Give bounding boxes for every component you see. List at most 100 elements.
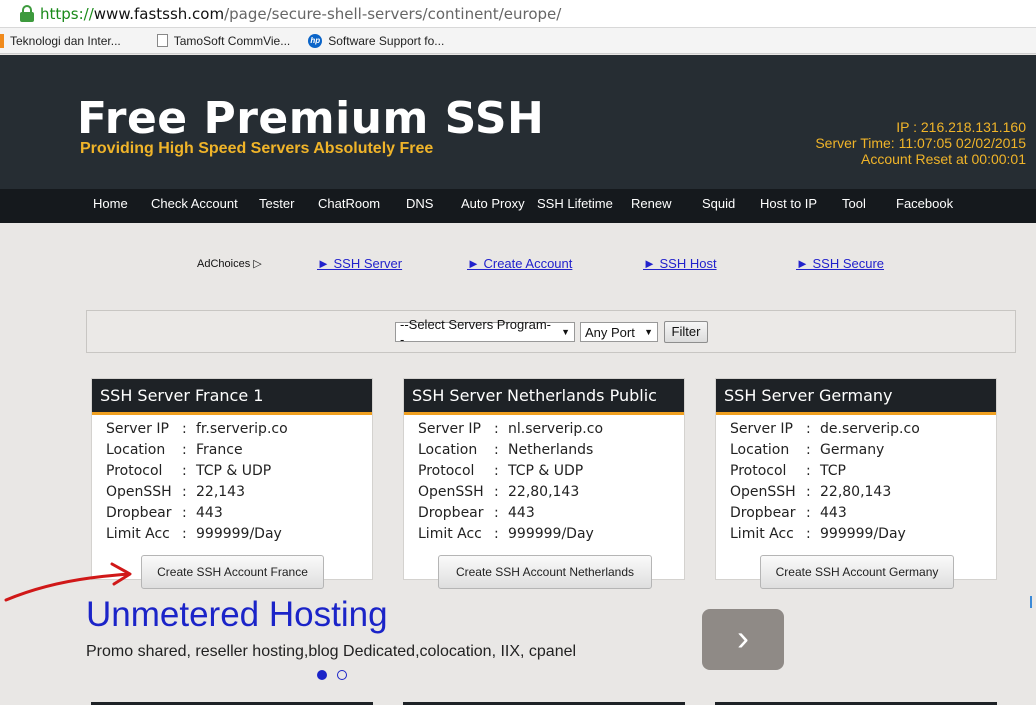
- row-value: TCP & UDP: [508, 463, 584, 479]
- row-key: OpenSSH: [106, 484, 172, 500]
- row-key: Dropbear: [730, 505, 796, 521]
- ad-link-ssh-secure[interactable]: ► SSH Secure: [796, 256, 884, 271]
- chevron-right-icon: ›: [737, 617, 749, 658]
- server-card-netherlands: SSH Server Netherlands Public Server IP:…: [403, 378, 685, 589]
- card-row: Location: France: [106, 440, 372, 461]
- card-row: Location: Germany: [730, 440, 996, 461]
- nav-dns[interactable]: DNS: [406, 189, 433, 223]
- row-key: Dropbear: [106, 505, 172, 521]
- ad-link-ssh-server[interactable]: ► SSH Server: [317, 256, 402, 271]
- ad-link-create-account[interactable]: ► Create Account: [467, 256, 572, 271]
- hp-logo-icon: hp: [308, 33, 323, 48]
- create-account-netherlands-button[interactable]: Create SSH Account Netherlands: [438, 555, 652, 589]
- url-scheme: https://: [40, 4, 94, 23]
- nav-ssh-lifetime[interactable]: SSH Lifetime: [537, 189, 613, 223]
- bookmark-label: Teknologi dan Inter...: [10, 33, 121, 48]
- row-key: Protocol: [106, 463, 163, 479]
- row-key: Server IP: [418, 421, 481, 437]
- card-row: Limit Acc:999999/Day: [730, 524, 996, 545]
- card-row: OpenSSH:22,80,143: [418, 482, 684, 503]
- row-key: Dropbear: [418, 505, 484, 521]
- row-value: 22,80,143: [820, 484, 892, 500]
- server-card-france: SSH Server France 1 Server IP: fr.serveri…: [91, 378, 373, 589]
- nav-host-to-ip[interactable]: Host to IP: [760, 189, 817, 223]
- row-value: 22,80,143: [508, 484, 580, 500]
- bookmark-item[interactable]: TamoSoft CommVie...: [156, 34, 290, 48]
- main-nav: Home Check Account Tester ChatRoom DNS A…: [0, 189, 1036, 223]
- adchoices[interactable]: AdChoices ▷: [197, 257, 262, 271]
- row-key: Server IP: [106, 421, 169, 437]
- nav-facebook[interactable]: Facebook: [896, 189, 953, 223]
- adchoices-label: AdChoices: [197, 257, 251, 270]
- row-key: Server IP: [730, 421, 793, 437]
- card-row: OpenSSH:22,143: [106, 482, 372, 503]
- page-icon: [156, 34, 168, 47]
- row-key: Location: [106, 442, 166, 458]
- row-value: TCP & UDP: [196, 463, 272, 479]
- ad-next-button[interactable]: ›: [702, 609, 784, 670]
- row-value: 443: [820, 505, 847, 521]
- row-value: 22,143: [196, 484, 245, 500]
- row-key: Location: [418, 442, 478, 458]
- lock-icon: [20, 4, 34, 23]
- nav-squid[interactable]: Squid: [702, 189, 735, 223]
- nav-tester[interactable]: Tester: [259, 189, 294, 223]
- ad-info-icon[interactable]: [1030, 596, 1036, 608]
- bookmarks-bar: Teknologi dan Inter... TamoSoft CommVie.…: [0, 28, 1036, 54]
- server-program-select[interactable]: --Select Servers Program-- ▼: [395, 317, 575, 347]
- dropdown-arrow-icon: ▼: [561, 327, 570, 337]
- create-account-germany-button[interactable]: Create SSH Account Germany: [760, 555, 954, 589]
- card-title: SSH Server France 1: [92, 379, 372, 415]
- nav-tool[interactable]: Tool: [842, 189, 866, 223]
- row-value: de.serverip.co: [820, 421, 920, 437]
- bookmark-item[interactable]: Teknologi dan Inter...: [0, 33, 121, 48]
- row-value: 999999/Day: [508, 526, 594, 542]
- card-row: Protocol: TCP & UDP: [418, 461, 684, 482]
- row-value: France: [196, 442, 243, 458]
- carousel-dot[interactable]: [337, 670, 347, 680]
- nav-check-account[interactable]: Check Account: [151, 189, 238, 223]
- port-select[interactable]: Any Port ▼: [580, 322, 658, 342]
- card-row: OpenSSH:22,80,143: [730, 482, 996, 503]
- server-info: IP : 216.218.131.160 Server Time: 11:07:…: [815, 119, 1026, 167]
- ad-title[interactable]: Unmetered Hosting: [86, 595, 388, 635]
- card-row: Server IP: nl.serverip.co: [418, 419, 684, 440]
- url-path: /page/secure-shell-servers/continent/eur…: [224, 4, 562, 23]
- dropdown-arrow-icon: ▼: [644, 327, 653, 337]
- row-key: OpenSSH: [418, 484, 484, 500]
- card-row: Protocol: TCP: [730, 461, 996, 482]
- server-ip: IP : 216.218.131.160: [896, 119, 1026, 135]
- row-value: TCP: [820, 463, 846, 479]
- row-key: Protocol: [418, 463, 475, 479]
- server-card-germany: SSH Server Germany Server IP: de.serverip…: [715, 378, 997, 589]
- row-value: nl.serverip.co: [508, 421, 604, 437]
- site-title[interactable]: Free Premium SSH: [77, 93, 544, 144]
- account-reset: Account Reset at 00:00:01: [861, 151, 1026, 167]
- row-value: 443: [508, 505, 535, 521]
- nav-home[interactable]: Home: [93, 189, 128, 223]
- ad-link-ssh-host[interactable]: ► SSH Host: [643, 256, 717, 271]
- filter-bar: --Select Servers Program-- ▼ Any Port ▼ Fi…: [86, 310, 1016, 353]
- server-program-value: --Select Servers Program--: [400, 317, 551, 347]
- row-value: 443: [196, 505, 223, 521]
- nav-chatroom[interactable]: ChatRoom: [318, 189, 380, 223]
- nav-renew[interactable]: Renew: [631, 189, 671, 223]
- bookmark-item[interactable]: hp Software Support fo...: [308, 33, 444, 48]
- filter-button[interactable]: Filter: [664, 321, 708, 343]
- row-key: Limit Acc: [418, 526, 482, 542]
- card-row: Dropbear:443: [106, 503, 372, 524]
- card-row: Dropbear:443: [730, 503, 996, 524]
- carousel-dot-active[interactable]: [317, 670, 327, 680]
- card-row: Limit Acc:999999/Day: [418, 524, 684, 545]
- row-value: 999999/Day: [820, 526, 906, 542]
- orange-bookmark-icon: [0, 33, 4, 48]
- row-value: Germany: [820, 442, 885, 458]
- card-row: Server IP: de.serverip.co: [730, 419, 996, 440]
- nav-auto-proxy[interactable]: Auto Proxy: [461, 189, 525, 223]
- url-text[interactable]: https://www.fastssh.com/page/secure-shel…: [40, 5, 561, 23]
- create-account-france-button[interactable]: Create SSH Account France: [141, 555, 324, 589]
- row-value: fr.serverip.co: [196, 421, 288, 437]
- row-key: Location: [730, 442, 790, 458]
- row-key: Protocol: [730, 463, 787, 479]
- browser-address-bar[interactable]: https://www.fastssh.com/page/secure-shel…: [0, 0, 1036, 28]
